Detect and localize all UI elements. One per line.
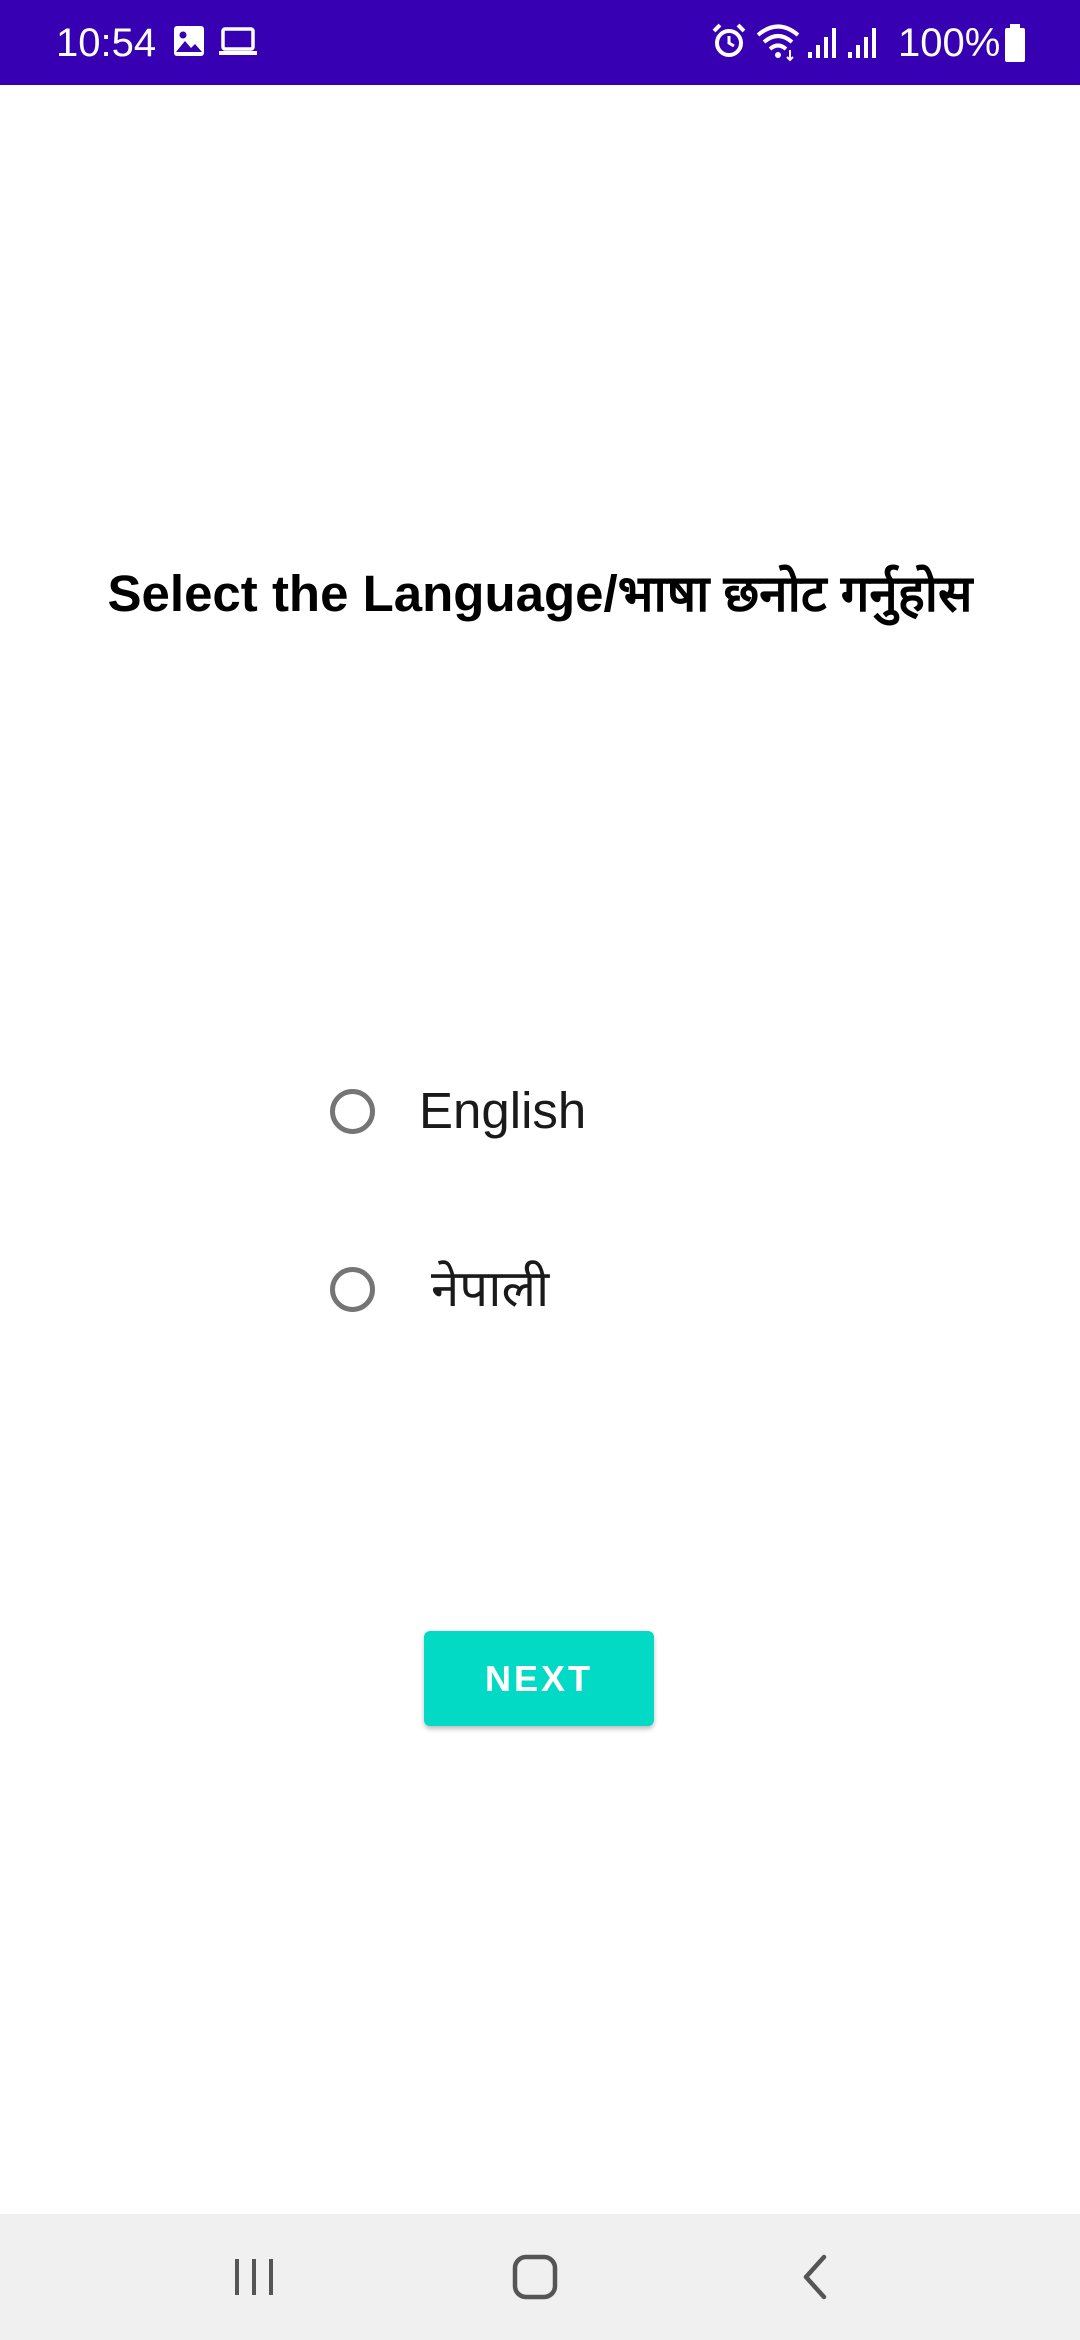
back-icon[interactable] [786, 2247, 846, 2307]
battery-icon [1003, 23, 1027, 68]
battery-percent: 100% [898, 21, 1001, 65]
status-time: 10:54 [56, 21, 157, 65]
page-title: Select the Language/भाषा छनोट गर्नुहोस [107, 565, 973, 622]
navigation-bar [0, 2214, 1080, 2340]
radio-button-nepali[interactable] [330, 1266, 375, 1312]
next-button[interactable]: NEXT [424, 1631, 654, 1726]
language-option-english[interactable]: English [328, 1071, 586, 1151]
status-bar: 10:54 100% [0, 0, 1080, 85]
option-label-nepali: नेपाली [431, 1260, 550, 1317]
signal-icon [846, 24, 882, 65]
language-option-nepali[interactable]: नेपाली [328, 1249, 549, 1329]
radio-button-english[interactable] [330, 1088, 375, 1134]
home-icon[interactable] [505, 2247, 565, 2307]
gallery-icon [172, 24, 206, 63]
recent-apps-icon[interactable] [224, 2247, 284, 2307]
laptop-icon [218, 24, 258, 63]
alarm-icon [710, 22, 748, 65]
wifi-icon [756, 22, 800, 67]
signal-icon [806, 24, 842, 65]
option-label-english: English [419, 1082, 587, 1139]
